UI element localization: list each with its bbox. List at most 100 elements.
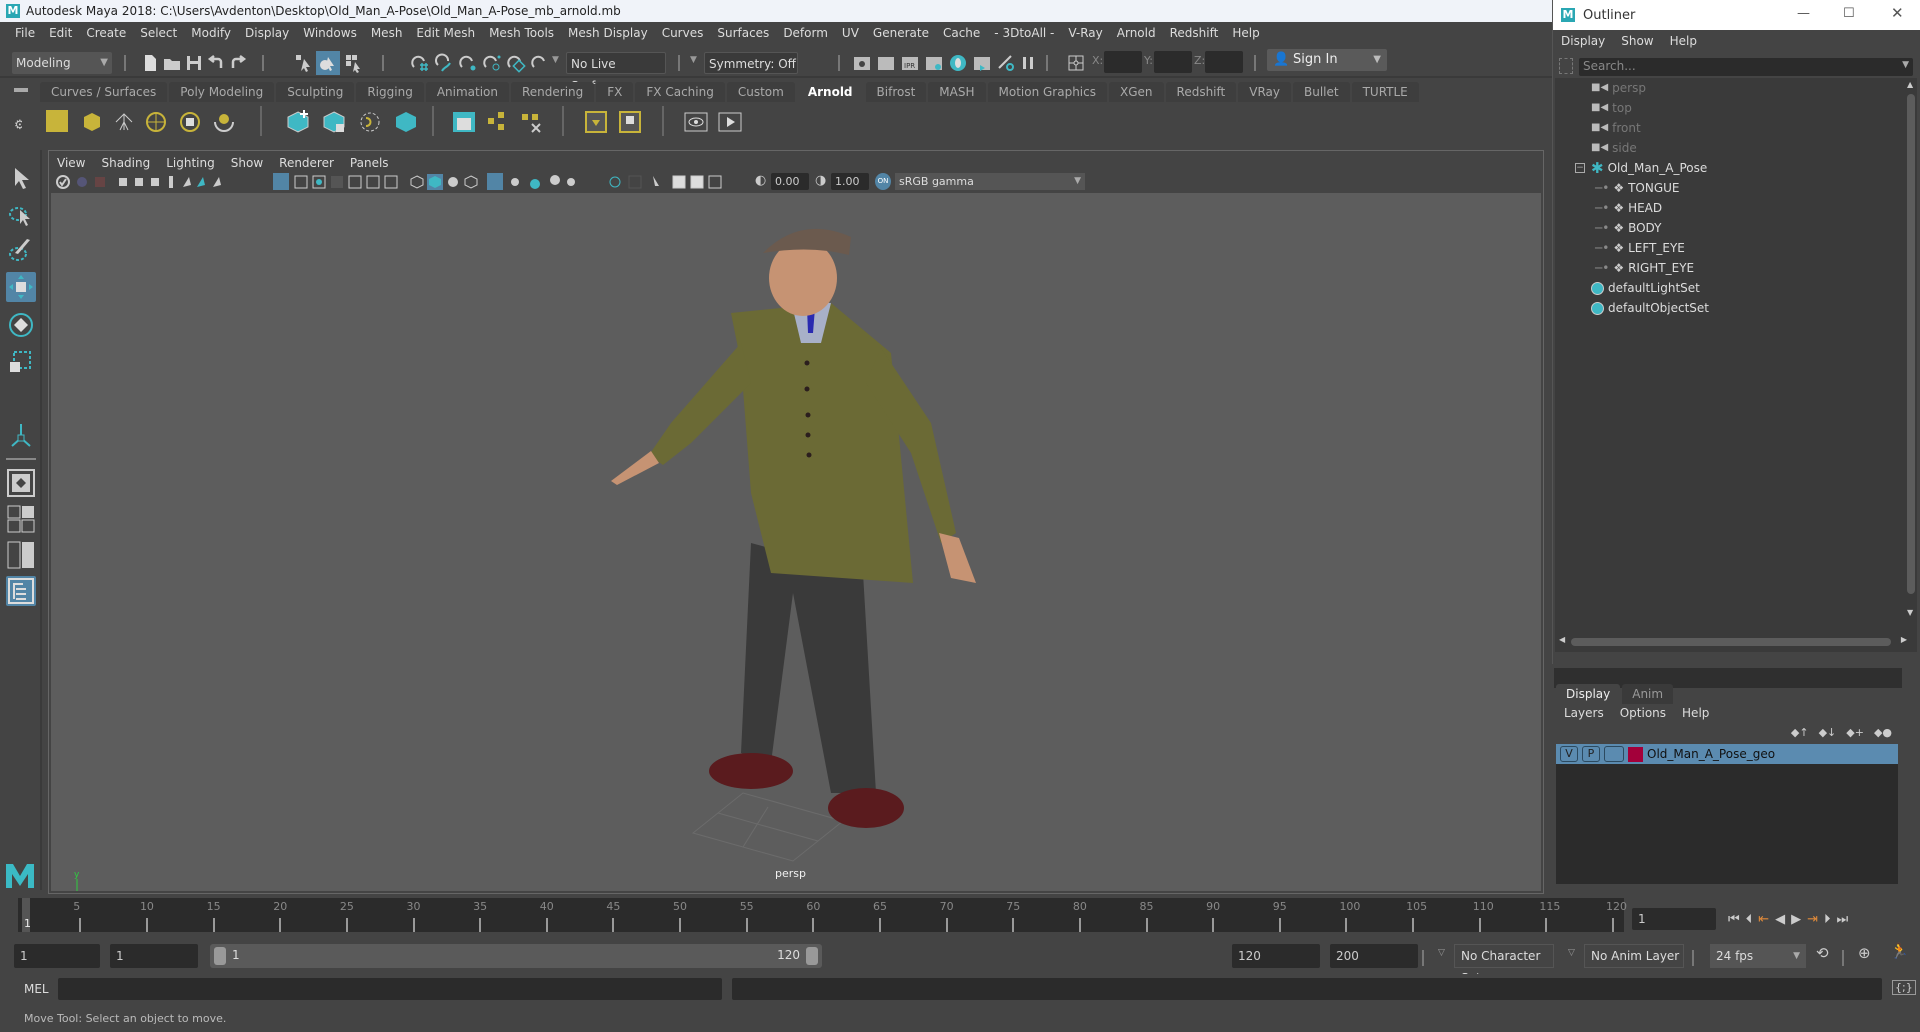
lock-camera-icon[interactable] [77, 177, 87, 187]
character-set-dropdown[interactable]: No Character Set [1454, 944, 1554, 985]
menu-edit[interactable]: Edit [42, 26, 79, 40]
range-slider-start-handle[interactable] [214, 947, 226, 965]
select-component-icon[interactable] [344, 53, 364, 73]
shelf-tab-redshift[interactable]: Redshift [1165, 82, 1237, 102]
range-slider[interactable]: 1 120 [210, 944, 822, 968]
live-surface-field[interactable]: No Live Surface [566, 52, 666, 93]
y-coordinate-input[interactable] [1154, 51, 1192, 73]
step-back-frame-icon[interactable]: ⏴ [1746, 912, 1753, 927]
shelf-tab-motion-graphics[interactable]: Motion Graphics [987, 82, 1107, 102]
display-toggle-icons[interactable] [293, 174, 403, 190]
last-tool-used-icon[interactable] [6, 420, 36, 450]
render-current-frame-icon[interactable] [876, 53, 896, 73]
step-back-key-icon[interactable]: ⇤ [1758, 912, 1769, 927]
layer-visibility-toggle[interactable]: V [1560, 746, 1578, 762]
physical-sky-icon[interactable] [212, 110, 236, 134]
make-live-icon[interactable] [506, 53, 526, 73]
hscroll-thumb[interactable] [1571, 638, 1891, 646]
tab-anim[interactable]: Anim [1622, 684, 1674, 704]
redo-icon[interactable] [228, 53, 248, 73]
outliner-item[interactable]: ■◀ persp [1591, 78, 1646, 98]
snap-to-grid-icon[interactable] [410, 53, 430, 73]
outliner-item[interactable]: ─• ❖ TONGUE [1595, 178, 1680, 198]
snap-to-curve-icon[interactable] [434, 53, 454, 73]
panel-menu-lighting[interactable]: Lighting [158, 154, 223, 172]
shelf-tab-bifrost[interactable]: Bifrost [865, 82, 927, 102]
outliner-search-input[interactable]: Search... ▼ [1579, 58, 1913, 76]
x-coordinate-input[interactable] [1104, 51, 1142, 73]
chevron-down-icon[interactable]: ▼ [552, 55, 559, 65]
pause-viewport-icon[interactable] [1018, 53, 1038, 73]
arnold-render-icon[interactable] [716, 108, 744, 136]
playback-end-input[interactable]: 120 [1232, 944, 1320, 968]
outliner-item[interactable]: ■◀ top [1591, 98, 1632, 118]
tab-display[interactable]: Display [1556, 684, 1621, 704]
light-editor-icon[interactable] [996, 53, 1016, 73]
auto-key-icon[interactable]: ⊕ [1858, 944, 1871, 962]
render-view-icon[interactable] [852, 53, 872, 73]
area-light-icon[interactable] [46, 110, 68, 132]
ipr-render-icon[interactable]: IPR [900, 53, 920, 73]
menu-create[interactable]: Create [79, 26, 133, 40]
shelf-menu-icon[interactable] [14, 88, 28, 92]
outliner-item[interactable]: defaultObjectSet [1591, 298, 1709, 318]
menu-modify[interactable]: Modify [184, 26, 238, 40]
light-portal-icon[interactable] [178, 110, 202, 134]
exposure-input[interactable]: 0.00 [771, 173, 809, 190]
shelf-tab-custom[interactable]: Custom [726, 82, 795, 102]
layer-row[interactable]: V P Old_Man_A_Pose_geo [1556, 744, 1898, 764]
outliner-menu-display[interactable]: Display [1553, 30, 1613, 52]
move-layer-up-icon[interactable]: ◆↑ [1791, 726, 1809, 739]
menu-set-dropdown[interactable]: Modeling ▼ [12, 52, 112, 74]
new-scene-icon[interactable] [140, 53, 160, 73]
scroll-left-icon[interactable]: ◀ [1559, 635, 1565, 644]
input-box-mode-icon[interactable] [1066, 53, 1086, 73]
layer-display-type-toggle[interactable] [1604, 746, 1624, 762]
anim-layer-dropdown[interactable]: No Anim Layer [1584, 944, 1684, 968]
menu-mesh[interactable]: Mesh [364, 26, 410, 40]
flush-texture-cache-icon[interactable] [484, 108, 512, 136]
render-setup-icon[interactable] [972, 53, 992, 73]
menu-help[interactable]: Help [1682, 706, 1709, 720]
outliner-item[interactable]: − ✱ Old_Man_A_Pose [1575, 158, 1707, 178]
animation-end-input[interactable]: 200 [1330, 944, 1418, 968]
render-settings-icon[interactable] [924, 53, 944, 73]
snap-to-point-icon[interactable] [458, 53, 478, 73]
rotate-tool-icon[interactable] [6, 310, 36, 340]
shelf-tab-rendering[interactable]: Rendering [511, 82, 595, 102]
color-management-toggle[interactable]: ON [875, 173, 891, 190]
collapse-icon[interactable]: − [1575, 163, 1585, 173]
current-frame-input[interactable]: 1 [1632, 908, 1716, 930]
outliner-layout-button[interactable] [6, 576, 36, 606]
chevron-down-icon[interactable]: ▼ [690, 55, 697, 65]
outliner-item[interactable]: ■◀ front [1591, 118, 1641, 138]
menu-uv[interactable]: UV [835, 26, 866, 40]
create-standin-icon[interactable] [284, 108, 312, 136]
menu-help[interactable]: Help [1225, 26, 1266, 40]
shelf-tab-bullet[interactable]: Bullet [1292, 82, 1350, 102]
menu-generate[interactable]: Generate [866, 26, 936, 40]
menu-surfaces[interactable]: Surfaces [710, 26, 776, 40]
outliner-filter-icon[interactable] [1559, 58, 1573, 74]
shelf-tab-animation[interactable]: Animation [425, 82, 509, 102]
scroll-down-icon[interactable]: ▼ [1907, 608, 1913, 617]
color-space-dropdown[interactable]: sRGB gamma ▼ [895, 173, 1085, 190]
shelf-tab-arnold[interactable]: Arnold [796, 82, 864, 102]
menu-display[interactable]: Display [238, 26, 296, 40]
outliner-item[interactable]: ■◀ side [1591, 138, 1637, 158]
command-input[interactable] [58, 978, 722, 1000]
create-volume-icon[interactable] [392, 108, 420, 136]
menu-select[interactable]: Select [133, 26, 184, 40]
panel-menu-view[interactable]: View [49, 154, 93, 172]
undo-icon[interactable] [206, 53, 226, 73]
shelf-tab-poly-modeling[interactable]: Poly Modeling [169, 82, 275, 102]
animation-preferences-icon[interactable]: 🏃 [1890, 942, 1909, 960]
panel-menu-panels[interactable]: Panels [342, 154, 397, 172]
z-coordinate-input[interactable] [1205, 51, 1243, 73]
snap-to-surface-icon[interactable] [530, 53, 550, 73]
menu-file[interactable]: File [8, 26, 42, 40]
single-perspective-view-icon[interactable] [6, 468, 36, 498]
panel-menu-show[interactable]: Show [223, 154, 271, 172]
loop-playback-icon[interactable]: ⟲ [1816, 944, 1829, 962]
tx-manager-icon[interactable] [582, 108, 610, 136]
